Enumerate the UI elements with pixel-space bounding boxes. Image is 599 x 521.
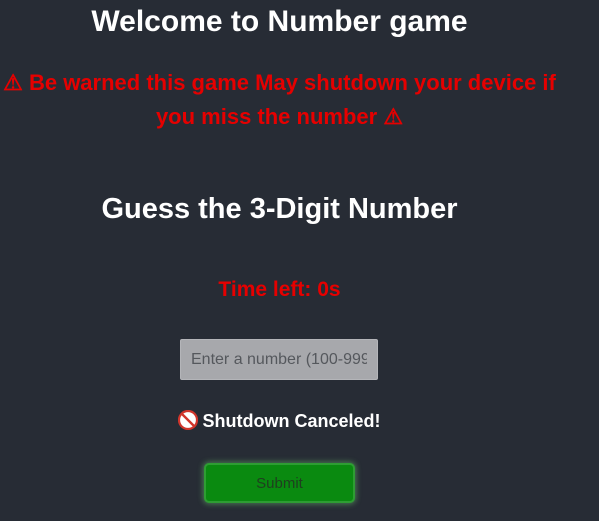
game-subtitle: Guess the 3-Digit Number [101, 193, 458, 225]
timer-display: Time left: 0s [218, 278, 341, 301]
page-title: Welcome to Number game [91, 5, 468, 38]
no-entry-icon [178, 409, 199, 437]
submit-button[interactable]: Submit [204, 463, 355, 503]
status-message: Shutdown Canceled! [0, 408, 559, 437]
number-input[interactable] [180, 339, 378, 380]
status-text: Shutdown Canceled! [202, 411, 381, 431]
warning-message: ⚠ Be warned this game May shutdown your … [3, 70, 556, 129]
